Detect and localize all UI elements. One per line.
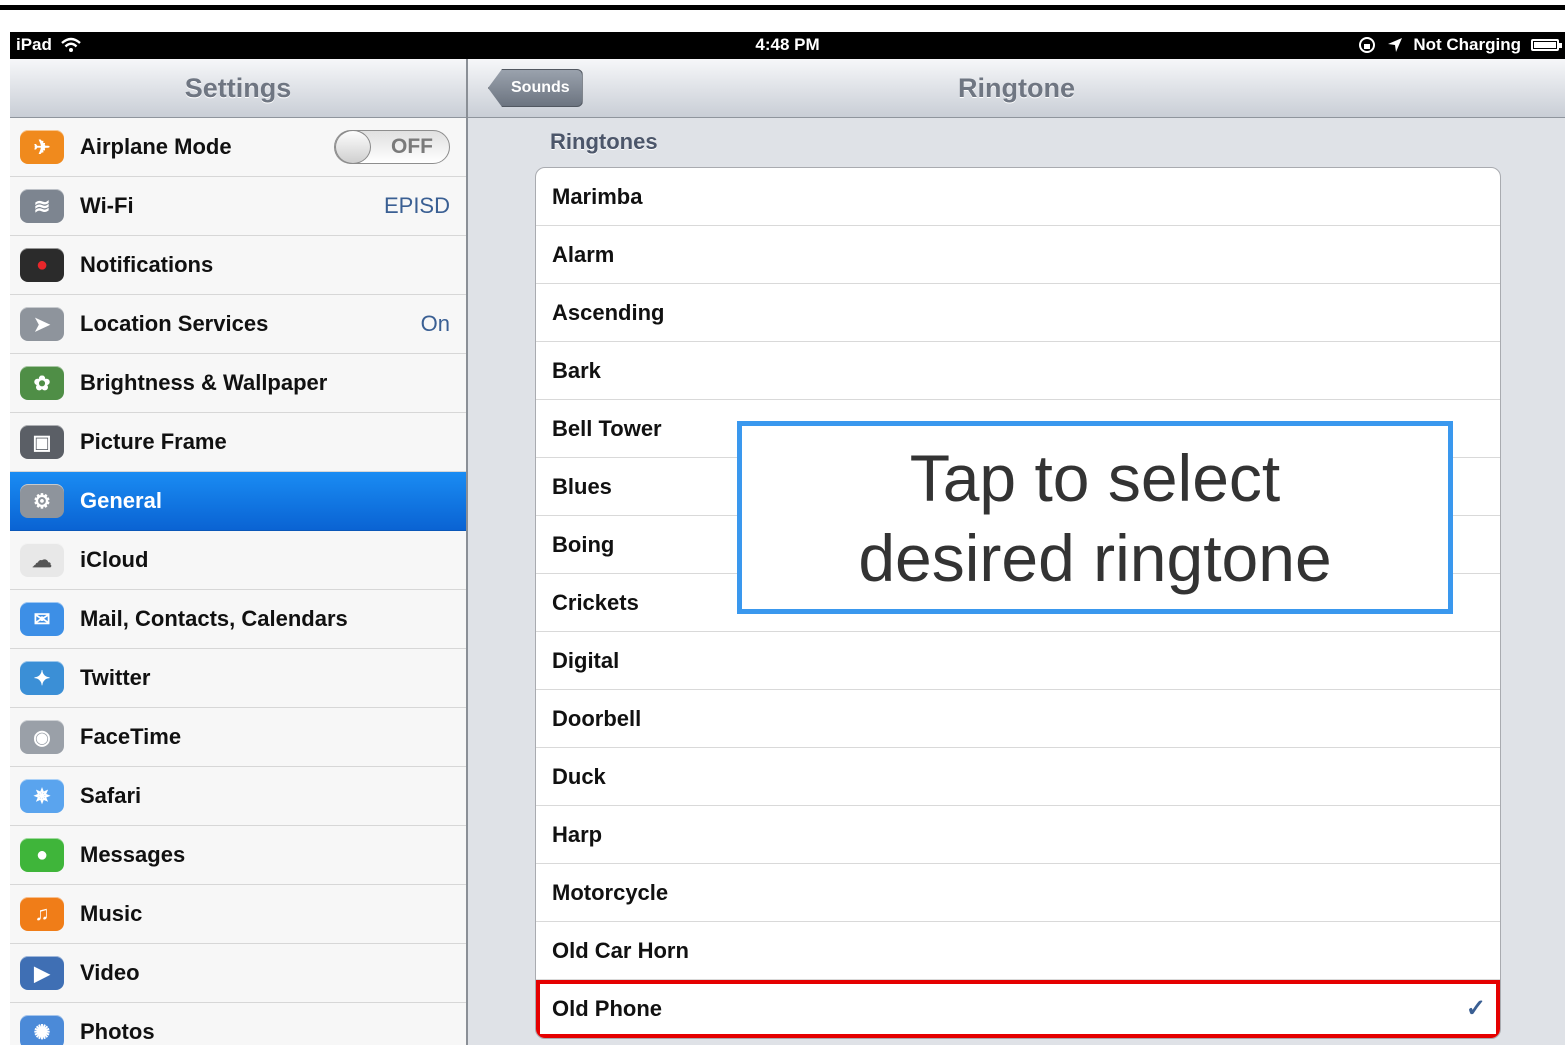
checkmark-icon: ✓ <box>1465 995 1486 1022</box>
ringtone-item-old-car-horn[interactable]: Old Car Horn <box>536 922 1500 980</box>
facetime-icon: ◉ <box>20 720 64 754</box>
ringtone-item-marimba[interactable]: Marimba <box>536 168 1500 226</box>
sidebar-item-label: FaceTime <box>80 724 182 749</box>
sidebar-item-label: Location Services <box>80 311 269 336</box>
ringtone-item-doorbell[interactable]: Doorbell <box>536 690 1500 748</box>
music-icon: ♫ <box>20 897 64 931</box>
status-bar: iPad 4:48 PM Not Charging <box>10 32 1565 59</box>
ringtone-label: Alarm <box>552 241 615 267</box>
ringtone-item-duck[interactable]: Duck <box>536 748 1500 806</box>
sidebar-title: Settings <box>184 72 292 103</box>
battery-icon <box>1531 39 1562 51</box>
sidebar-item-brightness-wallpaper[interactable]: ✿ Brightness & Wallpaper <box>10 354 466 413</box>
ringtone-label: Bell Tower <box>552 415 662 441</box>
callout-line-2: desired ringtone <box>858 520 1332 595</box>
ringtone-item-alarm[interactable]: Alarm <box>536 226 1500 284</box>
ringtone-item-bark[interactable]: Bark <box>536 342 1500 400</box>
twitter-icon: ✦ <box>20 661 64 695</box>
sidebar-item-value: On <box>420 311 450 336</box>
sidebar-item-label: Notifications <box>80 252 214 277</box>
sidebar-item-label: Safari <box>80 783 142 808</box>
sidebar-item-twitter[interactable]: ✦ Twitter <box>10 649 466 708</box>
sidebar-item-label: Brightness & Wallpaper <box>80 370 328 395</box>
safari-icon: ✵ <box>20 779 64 813</box>
sidebar-nav-bar: Settings <box>10 59 466 118</box>
sidebar-item-safari[interactable]: ✵ Safari <box>10 767 466 826</box>
ringtone-label: Crickets <box>552 589 639 615</box>
sidebar-item-value: EPISD <box>383 193 450 218</box>
sidebar-item-label: Picture Frame <box>80 429 227 454</box>
location-arrow-icon <box>1388 38 1403 52</box>
ringtone-label: Duck <box>552 763 606 789</box>
sidebar-item-general[interactable]: ⚙ General <box>10 472 466 531</box>
ringtones-section-header: Ringtones <box>550 129 658 154</box>
sidebar-item-label: Video <box>80 960 140 985</box>
video-icon: ▶ <box>20 956 64 990</box>
ringtone-label: Bark <box>552 357 601 383</box>
toggle-knob <box>335 130 371 164</box>
ringtone-label: Digital <box>552 647 620 673</box>
airplane-icon: ✈ <box>20 130 64 164</box>
sidebar-item-label: Photos <box>80 1019 155 1044</box>
ringtone-item-motorcycle[interactable]: Motorcycle <box>536 864 1500 922</box>
instruction-callout: Tap to select desired ringtone <box>737 421 1453 614</box>
sidebar-item-label: iCloud <box>80 547 149 572</box>
picture-frame-icon: ▣ <box>20 425 64 459</box>
messages-icon: ● <box>20 838 64 872</box>
sidebar-item-mail-contacts-calendars[interactable]: ✉ Mail, Contacts, Calendars <box>10 590 466 649</box>
ringtone-item-ascending[interactable]: Ascending <box>536 284 1500 342</box>
sidebar-item-label: Airplane Mode <box>80 134 232 159</box>
callout-line-1: Tap to select <box>909 440 1281 515</box>
ringtone-label: Old Car Horn <box>552 937 689 963</box>
ringtone-item-harp[interactable]: Harp <box>536 806 1500 864</box>
notifications-icon: ● <box>20 248 64 282</box>
sidebar-item-video[interactable]: ▶ Video <box>10 944 466 1003</box>
detail-nav-bar: Sounds Ringtone <box>468 59 1565 118</box>
sidebar-item-music[interactable]: ♫ Music <box>10 885 466 944</box>
sidebar-item-picture-frame[interactable]: ▣ Picture Frame <box>10 413 466 472</box>
sidebar-item-messages[interactable]: ● Messages <box>10 826 466 885</box>
sidebar-item-facetime[interactable]: ◉ FaceTime <box>10 708 466 767</box>
toggle-state-label: OFF <box>391 135 433 158</box>
sidebar-item-notifications[interactable]: ● Notifications <box>10 236 466 295</box>
sidebar-item-label: Wi-Fi <box>80 193 134 218</box>
top-border <box>0 5 1565 10</box>
photos-icon: ✺ <box>20 1015 64 1045</box>
flower-icon: ✿ <box>20 366 64 400</box>
mail-icon: ✉ <box>20 602 64 636</box>
ringtone-label: Marimba <box>552 183 643 209</box>
ringtone-label: Blues <box>552 473 612 499</box>
status-time: 4:48 PM <box>755 35 820 54</box>
ringtone-label: Boing <box>552 531 615 557</box>
settings-sidebar: Settings ✈ Airplane Mode OFF ≋ Wi-Fi EPISD ● No… <box>10 59 468 1045</box>
sidebar-item-wi-fi[interactable]: ≋ Wi-Fi EPISD <box>10 177 466 236</box>
sidebar-item-location-services[interactable]: ➤ Location Services On <box>10 295 466 354</box>
sidebar-item-label: Messages <box>80 842 186 867</box>
ringtone-label: Old Phone <box>552 995 662 1021</box>
sidebar-item-label: Music <box>80 901 143 926</box>
sidebar-item-label: Mail, Contacts, Calendars <box>80 606 348 631</box>
rotation-lock-icon <box>1359 37 1376 53</box>
ringtone-label: Ascending <box>552 299 665 325</box>
sounds-back-button[interactable]: Sounds <box>488 69 583 107</box>
cloud-icon: ☁ <box>20 543 64 577</box>
ringtone-label: Doorbell <box>552 705 642 731</box>
charging-status: Not Charging <box>1413 35 1521 54</box>
airplane-mode-toggle[interactable]: OFF <box>334 130 450 164</box>
ringtone-label: Harp <box>552 821 603 847</box>
sidebar-item-label: General <box>80 488 162 513</box>
ringtone-label: Motorcycle <box>552 879 669 905</box>
gear-icon: ⚙ <box>20 484 64 518</box>
location-icon: ➤ <box>20 307 64 341</box>
wifi-icon: ≋ <box>20 189 64 223</box>
settings-list: ✈ Airplane Mode OFF ≋ Wi-Fi EPISD ● Notificatio… <box>10 118 466 1045</box>
sidebar-item-icloud[interactable]: ☁ iCloud <box>10 531 466 590</box>
sidebar-item-photos[interactable]: ✺ Photos <box>10 1003 466 1045</box>
ringtone-item-digital[interactable]: Digital <box>536 632 1500 690</box>
detail-title: Ringtone <box>958 72 1075 103</box>
ringtone-item-old-phone[interactable]: Old Phone ✓ <box>536 980 1500 1038</box>
sidebar-item-label: Twitter <box>80 665 151 690</box>
sidebar-item-airplane-mode[interactable]: ✈ Airplane Mode OFF <box>10 118 466 177</box>
